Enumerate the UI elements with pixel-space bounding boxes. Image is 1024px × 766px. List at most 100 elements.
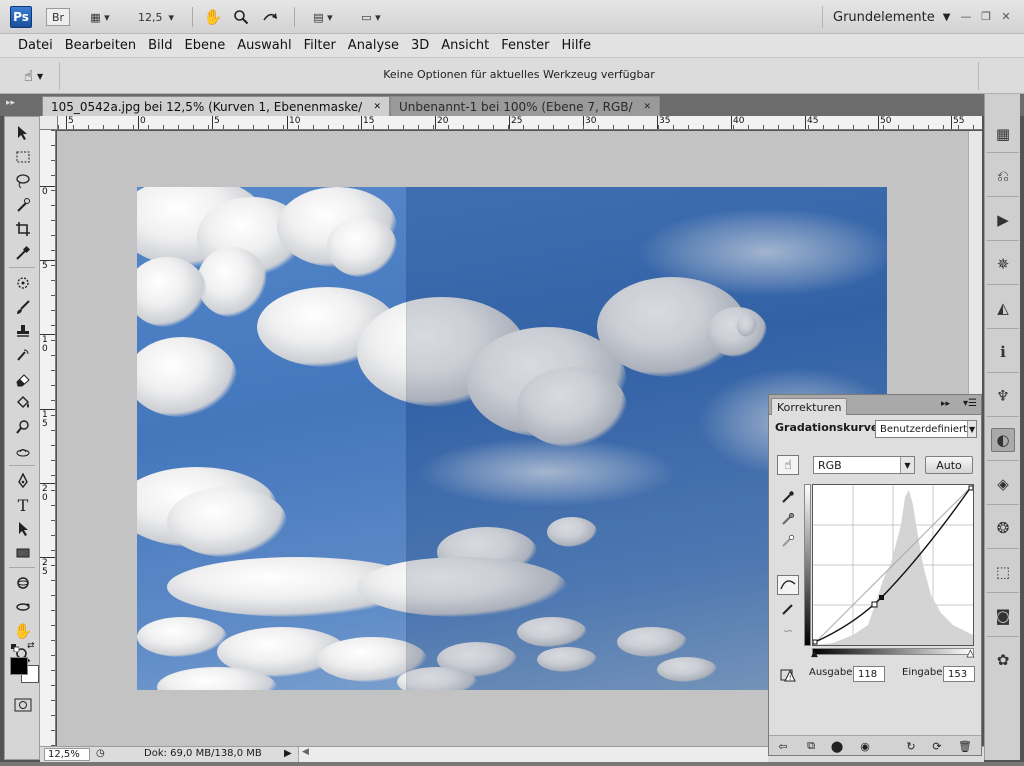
- curve-point-selected[interactable]: [879, 595, 884, 600]
- swap-colors-icon[interactable]: ⇄: [27, 641, 35, 651]
- pencil-draw-icon[interactable]: [777, 599, 799, 619]
- menu-bearbeiten[interactable]: Bearbeiten: [59, 38, 142, 53]
- menu-fenster[interactable]: Fenster: [495, 38, 555, 53]
- menu-ebene[interactable]: Ebene: [179, 38, 232, 53]
- view-extras-button[interactable]: ▦ ▾: [80, 7, 120, 27]
- crop-tool-icon[interactable]: [12, 219, 34, 239]
- actions-icon[interactable]: ▶: [991, 208, 1015, 232]
- curve-point[interactable]: [968, 485, 974, 491]
- menu-3d[interactable]: 3D: [405, 38, 435, 53]
- menu-bild[interactable]: Bild: [142, 38, 178, 53]
- tool-preset-picker[interactable]: ☝ ▼: [8, 62, 60, 90]
- menu-auswahl[interactable]: Auswahl: [231, 38, 297, 53]
- zoom-percent-field[interactable]: 12,5%: [44, 748, 90, 761]
- view-previous-state-icon[interactable]: ↻: [903, 738, 919, 754]
- horizontal-scrollbar[interactable]: ◀: [298, 747, 768, 762]
- channels-icon[interactable]: ❂: [991, 516, 1015, 540]
- eyedropper-tool-icon[interactable]: [12, 243, 34, 263]
- quick-selection-tool-icon[interactable]: [12, 195, 34, 215]
- targeted-adjustment-icon[interactable]: ☝: [777, 455, 799, 475]
- menu-ansicht[interactable]: Ansicht: [435, 38, 495, 53]
- brushes-icon[interactable]: ♆: [991, 384, 1015, 408]
- collapse-panel-icon[interactable]: ▸▸: [941, 399, 950, 409]
- workspace-switcher[interactable]: Grundelemente ▼: [822, 6, 952, 28]
- hand-tool-icon[interactable]: ✋: [12, 621, 34, 641]
- menu-analyse[interactable]: Analyse: [342, 38, 405, 53]
- navigator-icon[interactable]: ✵: [991, 252, 1015, 276]
- brush-tool-icon[interactable]: [12, 297, 34, 317]
- output-field[interactable]: 118: [853, 666, 885, 682]
- 3d-rotate-tool-icon[interactable]: [12, 573, 34, 593]
- expanded-view-icon[interactable]: ⧉: [803, 738, 819, 754]
- black-slider-icon[interactable]: ▲: [811, 649, 818, 659]
- curve-edit-points-icon[interactable]: [777, 575, 799, 595]
- gray-point-eyedropper-icon[interactable]: [777, 509, 799, 529]
- rectangle-tool-icon[interactable]: [12, 543, 34, 563]
- layers-icon[interactable]: ◈: [991, 472, 1015, 496]
- eraser-tool-icon[interactable]: [12, 369, 34, 389]
- zoom-tool-icon[interactable]: [230, 7, 252, 27]
- quick-mask-icon[interactable]: [12, 695, 34, 715]
- channel-select[interactable]: RGB ▼: [813, 456, 915, 474]
- restore-icon[interactable]: ❐: [978, 9, 994, 23]
- close-icon[interactable]: ✕: [643, 102, 651, 112]
- scroll-left-icon[interactable]: ◀: [302, 747, 309, 757]
- preset-select[interactable]: Benutzerdefiniert ▼: [875, 420, 977, 438]
- ruler-origin[interactable]: [40, 116, 58, 130]
- history-icon[interactable]: ⎌: [991, 164, 1015, 188]
- tab-document-1[interactable]: 105_0542a.jpg bei 12,5% (Kurven 1, Ebene…: [42, 96, 390, 116]
- paint-bucket-tool-icon[interactable]: [12, 393, 34, 413]
- path-selection-tool-icon[interactable]: [12, 519, 34, 539]
- tab-document-2[interactable]: Unbenannt-1 bei 100% (Ebene 7, RGB/8) * …: [390, 96, 660, 116]
- status-menu-icon[interactable]: ▶: [284, 748, 294, 761]
- expand-panels-icon[interactable]: ▸▸: [6, 98, 15, 108]
- rotate-view-icon[interactable]: [258, 7, 282, 27]
- curve-point[interactable]: [812, 639, 818, 645]
- screen-mode-button[interactable]: ▭ ▾: [352, 7, 390, 27]
- curves-graph[interactable]: [812, 484, 974, 646]
- clipping-warning-icon[interactable]: !: [777, 665, 799, 685]
- panel-menu-icon[interactable]: ▾☰: [963, 398, 977, 409]
- adjustments-icon[interactable]: ◐: [991, 428, 1015, 452]
- close-icon[interactable]: ✕: [373, 102, 381, 112]
- move-tool-icon[interactable]: [12, 123, 34, 143]
- input-field[interactable]: 153: [943, 666, 975, 682]
- status-info-icon[interactable]: ◷: [96, 748, 110, 761]
- lasso-tool-icon[interactable]: [12, 171, 34, 191]
- clone-stamp-tool-icon[interactable]: [12, 321, 34, 341]
- curve-point[interactable]: [871, 601, 878, 608]
- white-slider-icon[interactable]: ▲: [967, 649, 975, 660]
- bridge-button[interactable]: Br: [46, 8, 70, 26]
- tab-korrekturen[interactable]: Korrekturen: [771, 398, 848, 415]
- close-icon[interactable]: ✕: [998, 9, 1014, 23]
- history-brush-tool-icon[interactable]: [12, 345, 34, 365]
- styles-icon[interactable]: ✿: [991, 648, 1015, 672]
- visibility-eye-icon[interactable]: ◉: [857, 738, 873, 754]
- menu-hilfe[interactable]: Hilfe: [556, 38, 598, 53]
- menu-datei[interactable]: Datei: [12, 38, 59, 53]
- default-colors-icon[interactable]: [11, 641, 20, 653]
- back-arrow-icon[interactable]: ⇦: [775, 738, 791, 754]
- minimize-icon[interactable]: —: [958, 9, 974, 23]
- 3d-orbit-tool-icon[interactable]: [12, 597, 34, 617]
- trash-icon[interactable]: 🗑: [957, 738, 973, 754]
- histogram-icon[interactable]: ◭: [991, 296, 1015, 320]
- swatches-icon[interactable]: ▦: [991, 122, 1015, 146]
- masks-icon[interactable]: ◙: [991, 604, 1015, 628]
- smudge-tool-icon[interactable]: [12, 441, 34, 461]
- zoom-level-dropdown[interactable]: 12,5 ▾: [130, 7, 182, 27]
- pen-tool-icon[interactable]: [12, 471, 34, 491]
- reset-icon[interactable]: ⟳: [929, 738, 945, 754]
- black-point-eyedropper-icon[interactable]: [777, 487, 799, 507]
- dodge-tool-icon[interactable]: [12, 417, 34, 437]
- info-icon[interactable]: ℹ: [991, 340, 1015, 364]
- marquee-tool-icon[interactable]: [12, 147, 34, 167]
- clip-to-layer-icon[interactable]: ⬤: [829, 738, 845, 754]
- hand-tool-icon[interactable]: ✋: [202, 7, 224, 27]
- transform-icon[interactable]: ⬚: [991, 560, 1015, 584]
- white-point-eyedropper-icon[interactable]: [777, 531, 799, 551]
- type-tool-icon[interactable]: T: [12, 495, 34, 515]
- spot-healing-tool-icon[interactable]: [12, 273, 34, 293]
- auto-button[interactable]: Auto: [925, 456, 973, 474]
- foreground-color-swatch[interactable]: [10, 657, 28, 675]
